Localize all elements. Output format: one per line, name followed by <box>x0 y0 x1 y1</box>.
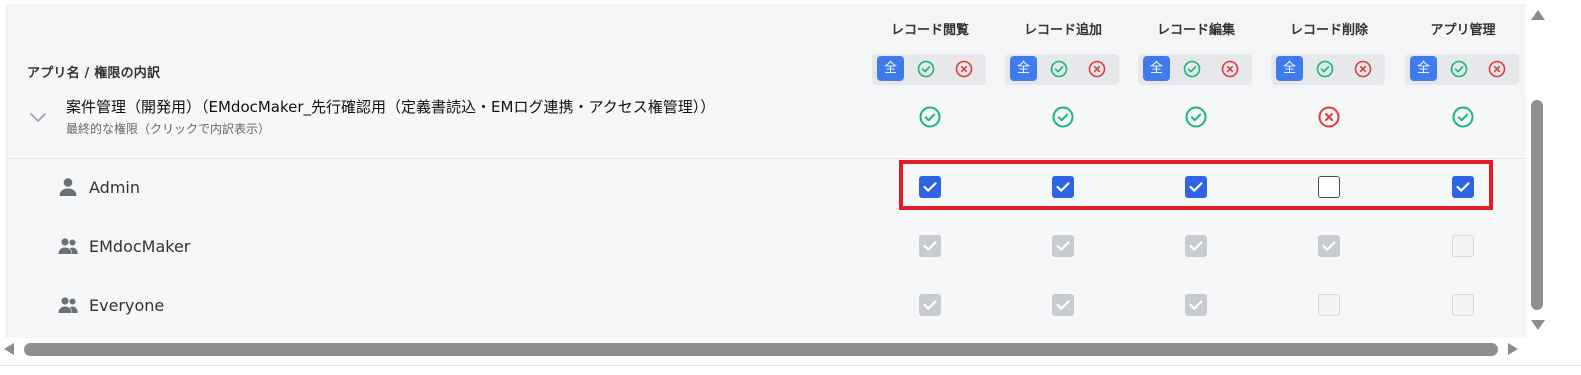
scroll-up-arrow-icon[interactable] <box>1531 10 1545 20</box>
permission-checkbox-disabled <box>1452 294 1474 316</box>
permission-checkbox-disabled <box>1052 294 1074 316</box>
permission-checkbox[interactable] <box>1052 176 1074 198</box>
permission-checkbox-disabled <box>1185 235 1207 257</box>
group-icon <box>58 238 78 254</box>
x-circle-icon[interactable] <box>1352 58 1374 80</box>
check-circle-icon[interactable] <box>915 58 937 80</box>
check-icon <box>1189 182 1203 192</box>
chevron-down-icon[interactable] <box>27 106 49 128</box>
permission-table-window: アプリ名 / 権限の内訳 レコード閲覧 レコード追加 レコード編集 レコード削除… <box>0 0 1581 375</box>
x-circle-icon[interactable] <box>1086 58 1108 80</box>
table-header: アプリ名 / 権限の内訳 レコード閲覧 レコード追加 レコード編集 レコード削除… <box>7 4 1527 96</box>
select-all-button[interactable]: 全 <box>877 56 904 81</box>
permission-table: アプリ名 / 権限の内訳 レコード閲覧 レコード追加 レコード編集 レコード削除… <box>6 4 1527 338</box>
permission-checkbox-disabled <box>919 294 941 316</box>
user-icon <box>59 178 77 196</box>
user-row-admin: Admin <box>7 159 1527 218</box>
group-name: EMdocMaker <box>89 237 191 256</box>
permission-checkbox[interactable] <box>919 176 941 198</box>
check-circle-icon[interactable] <box>1314 58 1336 80</box>
x-circle-icon[interactable] <box>953 58 975 80</box>
x-circle-icon[interactable] <box>1219 58 1241 80</box>
check-circle-icon <box>1452 106 1474 128</box>
column-header-record-delete: レコード削除 <box>1289 23 1368 38</box>
scroll-left-arrow-icon[interactable] <box>4 343 14 355</box>
horizontal-scroll-thumb[interactable] <box>24 343 1498 356</box>
bulk-controls-app-admin: 全 <box>1405 54 1519 85</box>
scroll-right-arrow-icon[interactable] <box>1508 343 1518 355</box>
permission-checkbox[interactable] <box>1318 176 1340 198</box>
app-final-permission-hint: 最終的な権限（クリックで内訳表示） <box>66 122 271 136</box>
app-column-header: アプリ名 / 権限の内訳 <box>27 66 161 81</box>
group-name: Everyone <box>89 296 165 315</box>
column-header-record-add: レコード追加 <box>1023 23 1102 38</box>
permission-checkbox-disabled <box>1452 235 1474 257</box>
x-circle-icon[interactable] <box>1486 58 1508 80</box>
column-header-record-edit: レコード編集 <box>1156 23 1235 38</box>
permission-checkbox[interactable] <box>1185 176 1207 198</box>
check-circle-icon <box>1185 106 1207 128</box>
column-header-record-view: レコード閲覧 <box>890 23 969 38</box>
bottom-divider <box>0 365 1581 366</box>
user-row-everyone: Everyone <box>7 277 1527 336</box>
permission-checkbox-disabled <box>1185 294 1207 316</box>
x-circle-icon <box>1318 106 1340 128</box>
check-icon <box>923 182 937 192</box>
select-all-button[interactable]: 全 <box>1010 56 1037 81</box>
check-circle-icon <box>919 106 941 128</box>
scroll-down-arrow-icon[interactable] <box>1531 320 1545 330</box>
check-icon <box>1056 182 1070 192</box>
bulk-controls-record-edit: 全 <box>1138 54 1252 85</box>
check-icon <box>1056 300 1070 310</box>
permission-checkbox-disabled <box>1318 235 1340 257</box>
permission-checkbox-disabled <box>1318 294 1340 316</box>
check-icon <box>1189 241 1203 251</box>
check-icon <box>923 241 937 251</box>
vertical-scrollbar[interactable] <box>1526 4 1548 338</box>
check-icon <box>923 300 937 310</box>
permission-checkbox-disabled <box>1052 235 1074 257</box>
select-all-button[interactable]: 全 <box>1410 56 1437 81</box>
check-circle-icon[interactable] <box>1048 58 1070 80</box>
bulk-controls-record-view: 全 <box>872 54 986 85</box>
check-circle-icon[interactable] <box>1181 58 1203 80</box>
select-all-button[interactable]: 全 <box>1276 56 1303 81</box>
bulk-controls-record-add: 全 <box>1005 54 1119 85</box>
column-header-app-admin: アプリ管理 <box>1430 23 1496 38</box>
user-row-emdocmaker: EMdocMaker <box>7 218 1527 277</box>
horizontal-scrollbar[interactable] <box>0 338 1526 360</box>
bulk-controls-record-delete: 全 <box>1271 54 1385 85</box>
app-name: 案件管理（開発用）（EMdocMaker_先行確認用（定義書読込・EMログ連携・… <box>66 98 716 116</box>
permission-checkbox[interactable] <box>1452 176 1474 198</box>
app-row[interactable]: 案件管理（開発用）（EMdocMaker_先行確認用（定義書読込・EMログ連携・… <box>7 96 1527 159</box>
check-icon <box>1456 182 1470 192</box>
user-name: Admin <box>89 178 140 197</box>
check-icon <box>1322 241 1336 251</box>
check-icon <box>1056 241 1070 251</box>
permission-checkbox-disabled <box>919 235 941 257</box>
check-circle-icon <box>1052 106 1074 128</box>
select-all-button[interactable]: 全 <box>1143 56 1170 81</box>
check-icon <box>1189 300 1203 310</box>
group-icon <box>58 297 78 313</box>
vertical-scroll-thumb[interactable] <box>1531 100 1543 310</box>
check-circle-icon[interactable] <box>1448 58 1470 80</box>
